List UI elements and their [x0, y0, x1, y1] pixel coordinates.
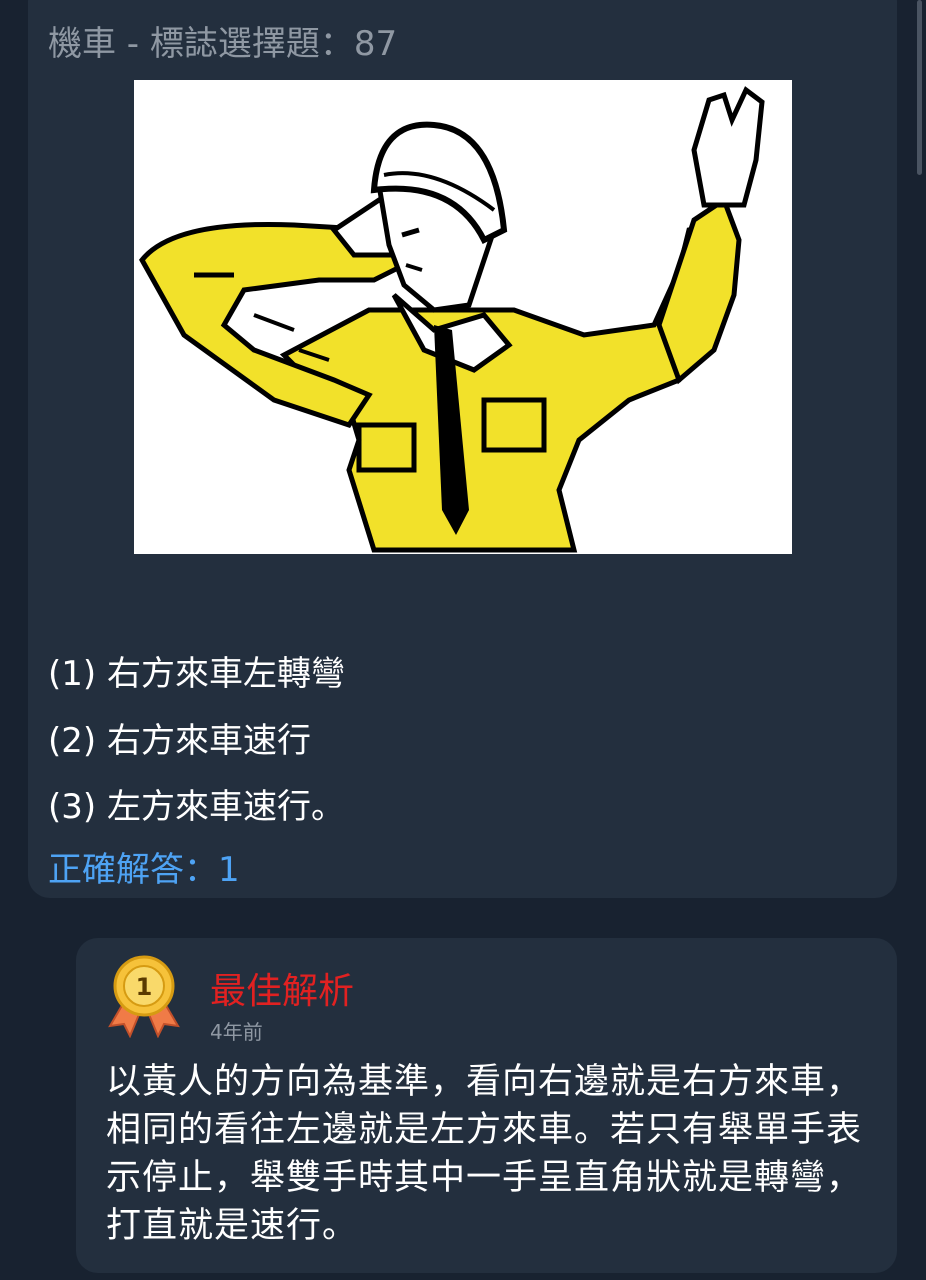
option-2[interactable]: (2) 右方來車速行: [48, 713, 311, 762]
option-3[interactable]: (3) 左方來車速行。: [48, 779, 345, 828]
correct-answer: 正確解答：1: [48, 850, 240, 890]
analysis-body: 以黃人的方向為基準，看向右邊就是右方來車，相同的看往左邊就是左方來車。若只有舉單…: [106, 1062, 863, 1246]
first-place-medal-icon: 1: [106, 954, 182, 1039]
option-1[interactable]: (1) 右方來車左轉彎: [48, 646, 345, 695]
traffic-officer-illustration: [134, 80, 792, 554]
analysis-title: 最佳解析: [210, 971, 355, 1012]
traffic-officer-drawing: [138, 86, 765, 553]
screen: 機車 - 標誌選擇題：87 (1) 右方來車左轉彎 (2) 右方來車速行 (3)…: [0, 0, 926, 1280]
scrollbar[interactable]: [917, 0, 922, 175]
analysis-timestamp: 4年前: [210, 1020, 263, 1044]
question-title: 機車 - 標誌選擇題：87: [48, 24, 398, 64]
medal-number: 1: [136, 973, 153, 1001]
